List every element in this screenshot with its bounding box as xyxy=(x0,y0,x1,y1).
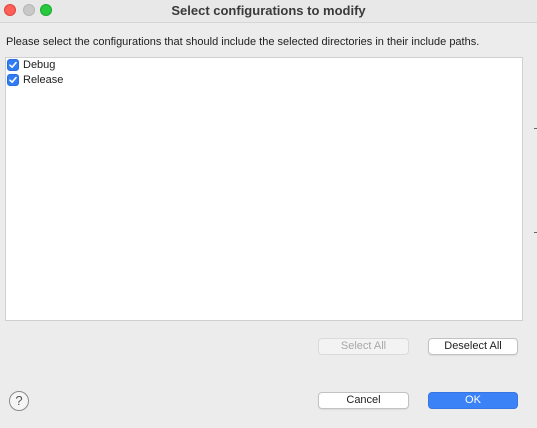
checkmark-icon xyxy=(9,61,17,68)
dialog-title: Select configurations to modify xyxy=(171,3,366,18)
title-bar: Select configurations to modify xyxy=(0,0,537,23)
configuration-item-release[interactable]: Release xyxy=(7,73,63,87)
release-label: Release xyxy=(23,74,64,86)
configurations-list[interactable]: Debug Release xyxy=(5,57,523,321)
configuration-item-debug[interactable]: Debug xyxy=(7,58,55,72)
cancel-button[interactable]: Cancel xyxy=(318,392,409,409)
deselect-all-button[interactable]: Deselect All xyxy=(428,338,518,355)
debug-label: Debug xyxy=(23,59,56,71)
debug-checkbox[interactable] xyxy=(7,59,19,71)
select-all-button[interactable]: Select All xyxy=(318,338,409,355)
help-icon[interactable]: ? xyxy=(9,391,29,411)
release-checkbox[interactable] xyxy=(7,74,19,86)
ok-button[interactable]: OK xyxy=(428,392,518,409)
instructions-text: Please select the configurations that sh… xyxy=(6,36,480,48)
checkmark-icon xyxy=(9,76,17,83)
